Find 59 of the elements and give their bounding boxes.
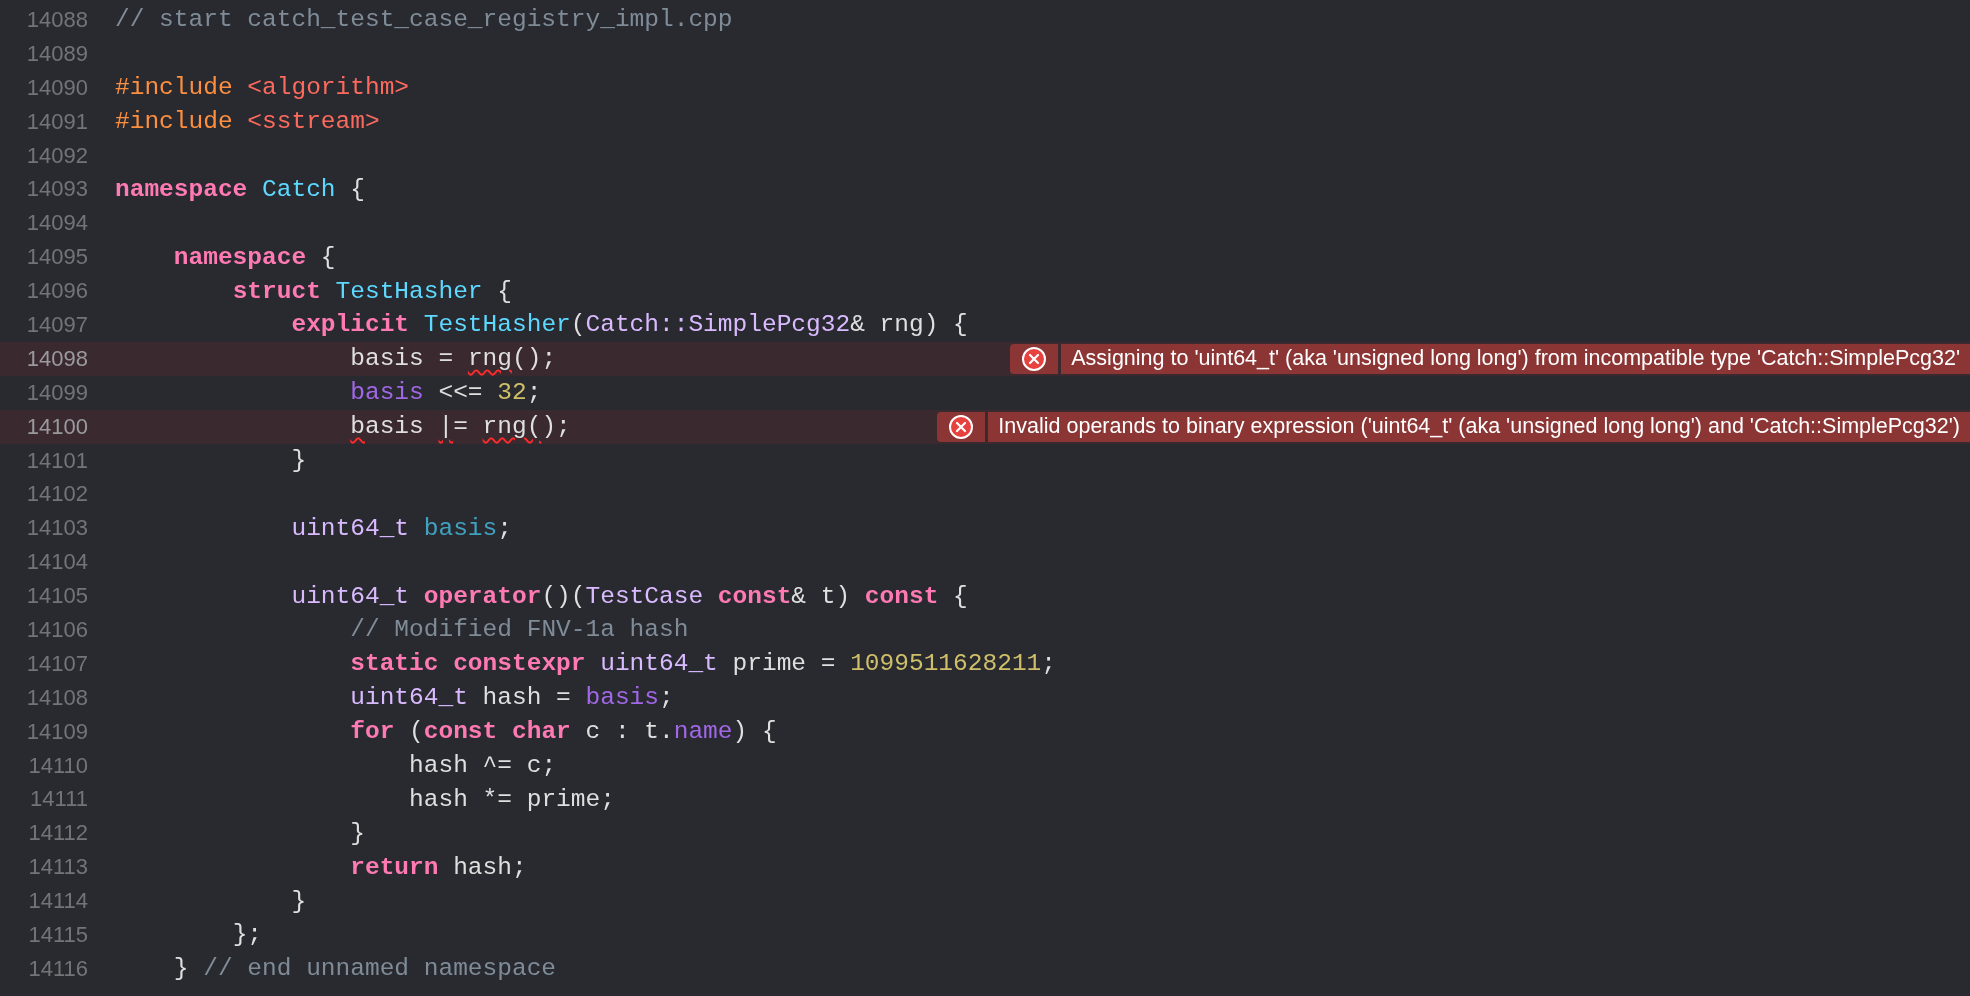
error-marker[interactable] [1010,343,1059,374]
code-line: explicit TestHasher(Catch::SimplePcg32& rng) { [290,311,968,339]
code-line: }; [231,921,263,949]
code-line: struct TestHasher { [231,277,512,305]
line-number: 14115 [27,922,88,948]
code-line: basis = rng(); [349,345,557,373]
line-number: 14116 [27,955,88,982]
error-message: Assigning to 'uint64_t' (aka 'unsigned long long') from incompatible type 'Catch::SimplePcg32' [1061,343,1970,374]
line-number: 14090 [25,74,88,101]
code-line: } // end unnamed namespace [172,955,557,983]
code-line: #include <sstream> [114,108,380,136]
line-number: 14105 [25,583,88,610]
line-number: 14101 [25,447,88,474]
line-number: 14098 [25,345,88,372]
code-line: namespace { [172,243,336,271]
line-number: 14089 [25,40,88,67]
line-number: 14109 [25,718,88,745]
code-line: hash ^= c; [408,752,557,780]
code-line: } [290,887,307,915]
line-number: 14113 [27,854,88,881]
code-line: // Modified FNV-1a hash [349,616,689,644]
line-number: 14106 [25,616,88,643]
line-number: 14100 [25,413,88,440]
line-number: 14099 [25,379,88,406]
line-number: 14094 [25,210,88,237]
code-line: #include <algorithm> [114,74,410,102]
line-number: 14104 [25,549,88,576]
line-number: 14097 [25,311,88,338]
line-number: 14111 [29,786,88,813]
code-line: basis |= rng(); [349,413,571,441]
line-number: 14092 [25,142,88,169]
code-line: } [290,447,307,474]
code-line: for (const char c : t.name) { [349,718,777,746]
error-icon [948,413,975,440]
error-icon [1021,345,1048,372]
line-number: 14088 [25,6,88,33]
line-number: 14110 [27,752,88,779]
code-line: namespace Catch { [114,175,365,203]
line-number: 14108 [25,684,88,711]
code-line: uint64_t operator()(TestCase const& t) const { [290,582,968,610]
code-line: return hash; [349,853,527,881]
line-number: 14103 [25,515,88,542]
line-number: 14095 [25,244,88,271]
code-line: hash *= prime; [408,785,615,813]
line-number: 14093 [25,176,88,203]
code-line: uint64_t basis; [290,514,512,542]
error-marker[interactable] [937,411,986,442]
line-number: 14112 [27,820,88,847]
line-number: 14114 [27,888,88,915]
code-line: // start catch_test_case_registry_impl.cpp [114,6,733,34]
line-number: 14091 [25,108,88,135]
code-line: } [349,819,365,847]
line-number: 14102 [25,481,88,508]
code-line: basis <<= 32; [349,379,542,407]
error-message: Invalid operands to binary expression ('uint64_t' (aka 'unsigned long long') and 'Catch::SimplePcg32') [988,411,1970,442]
line-number: 14096 [25,278,88,305]
line-number: 14107 [25,650,88,677]
code-line: static constexpr uint64_t prime = 1099511628211; [349,650,1056,678]
code-line: uint64_t hash = basis; [349,684,674,712]
